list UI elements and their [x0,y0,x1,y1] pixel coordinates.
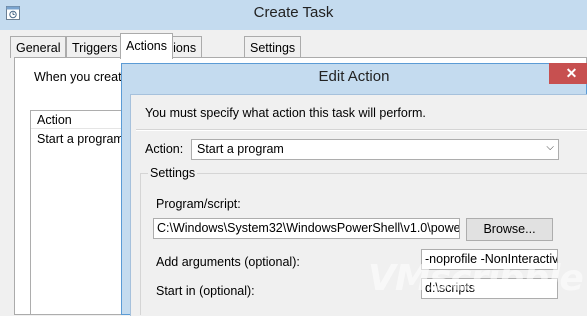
tab-settings[interactable]: Settings [244,36,302,58]
instruction-text: You must specify what action this task w… [145,106,426,120]
action-column-header[interactable]: Action [31,111,129,129]
watermark-logo: VMscribble [368,258,584,299]
action-list[interactable]: Action Start a program [30,110,130,315]
edit-action-title: Edit Action [318,68,390,85]
actions-intro-text: When you create [34,70,129,84]
create-task-title: Create Task [253,4,334,21]
browse-button[interactable]: Browse... [466,218,553,241]
program-script-field[interactable]: C:\Windows\System32\WindowsPowerShell\v1… [153,218,460,239]
create-task-titlebar[interactable]: Create Task [0,0,587,30]
start-in-label: Start in (optional): [156,284,255,298]
close-icon: ✕ [565,65,578,81]
list-item[interactable]: Start a program [31,131,129,147]
chevron-down-icon[interactable]: ⌵ [546,142,554,153]
tab-actions[interactable]: Actions [120,33,173,59]
arguments-label: Add arguments (optional): [156,255,300,269]
tab-triggers[interactable]: Triggers [66,36,124,58]
tab-general[interactable]: General [10,36,67,58]
action-select[interactable]: Start a program ⌵ [191,139,559,160]
settings-label: Settings [148,166,198,180]
action-label: Action: [145,142,184,156]
close-button[interactable]: ✕ [549,63,587,84]
action-select-value: Start a program [197,142,284,156]
divider-highlight [136,130,587,131]
program-label: Program/script: [156,197,241,211]
